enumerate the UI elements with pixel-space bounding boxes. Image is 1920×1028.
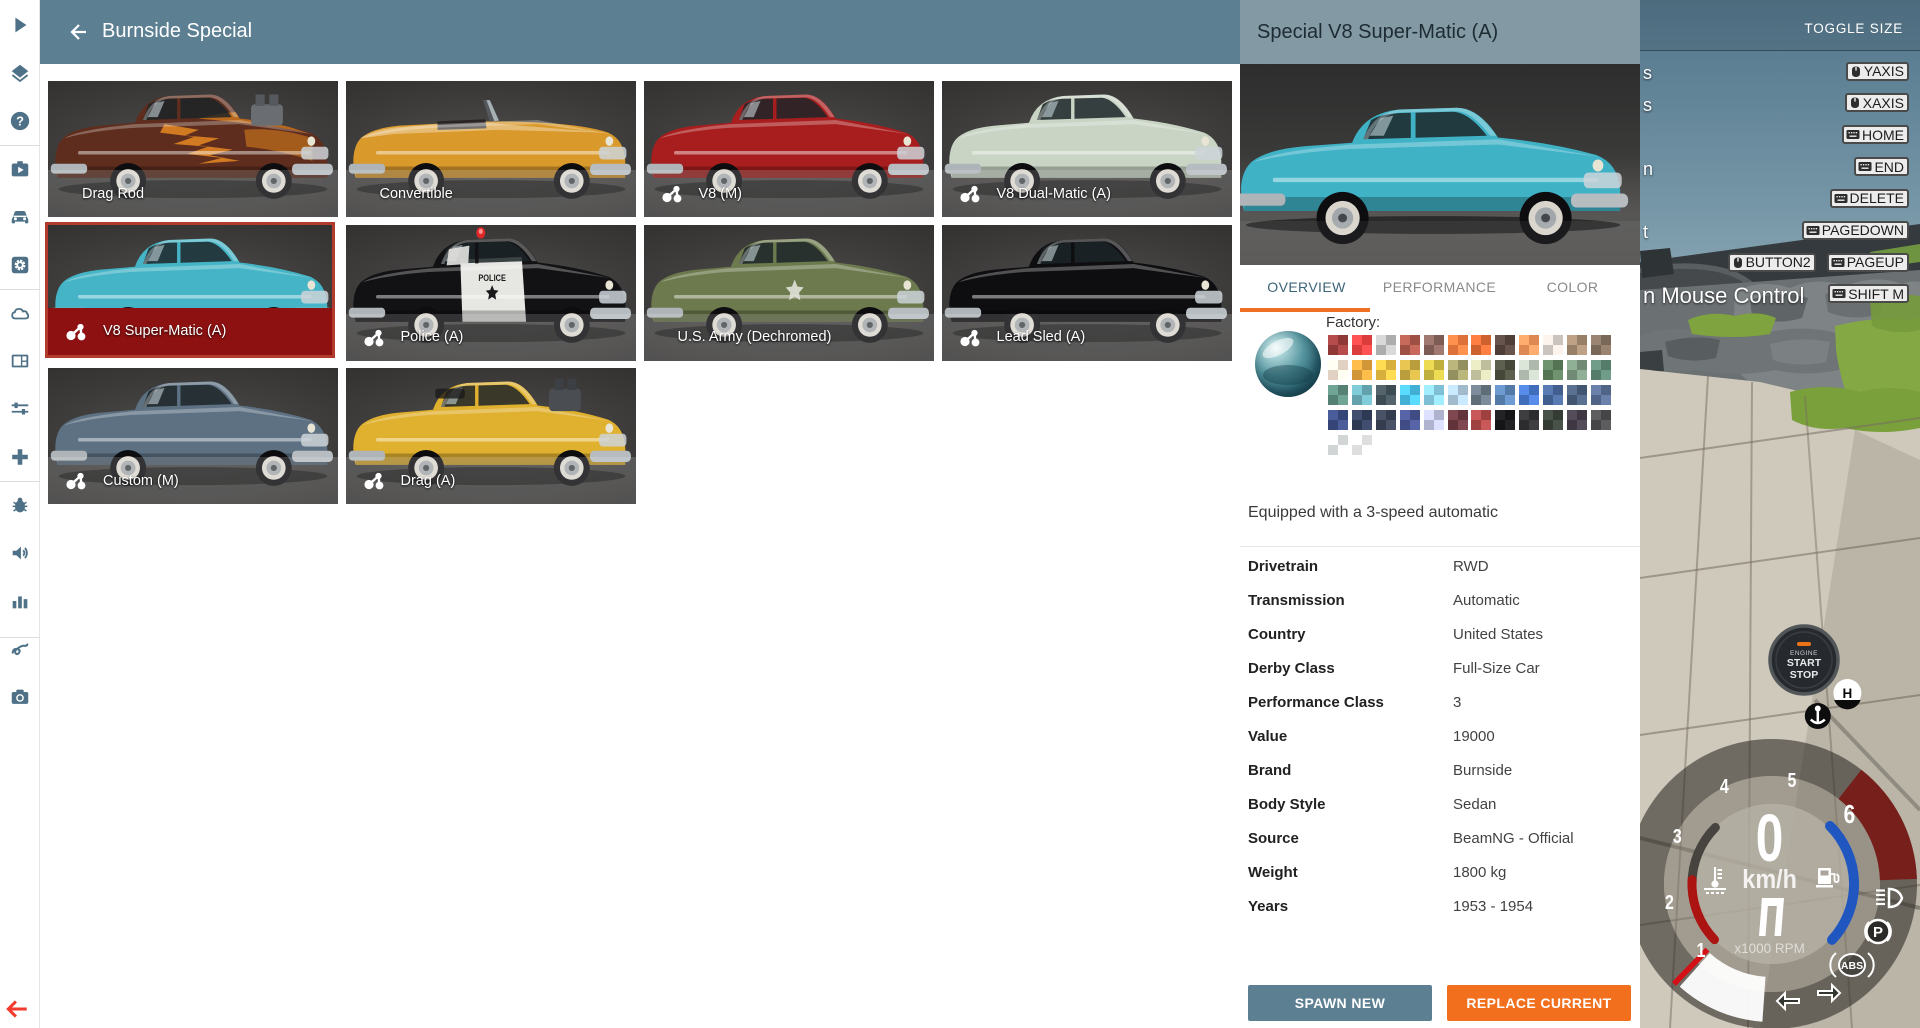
svg-text:4: 4 bbox=[1720, 775, 1729, 797]
svg-text:START: START bbox=[1787, 657, 1822, 669]
svg-text:3: 3 bbox=[1673, 825, 1682, 847]
svg-text:km/h: km/h bbox=[1742, 866, 1797, 894]
svg-text:2: 2 bbox=[1665, 891, 1674, 913]
svg-text:6: 6 bbox=[1844, 800, 1856, 829]
svg-text:POLICE: POLICE bbox=[478, 272, 506, 283]
svg-text:0: 0 bbox=[1756, 802, 1784, 876]
svg-text:STOP: STOP bbox=[1790, 669, 1818, 681]
svg-text:?: ? bbox=[16, 114, 24, 129]
svg-text:ENGINE: ENGINE bbox=[1790, 650, 1818, 657]
svg-text:ABS: ABS bbox=[1841, 960, 1863, 972]
svg-text:x1000 RPM: x1000 RPM bbox=[1734, 941, 1805, 956]
svg-text:H: H bbox=[1843, 686, 1853, 701]
svg-text:5: 5 bbox=[1788, 769, 1797, 791]
svg-text:1: 1 bbox=[1697, 939, 1706, 961]
svg-text:P: P bbox=[1873, 924, 1883, 941]
